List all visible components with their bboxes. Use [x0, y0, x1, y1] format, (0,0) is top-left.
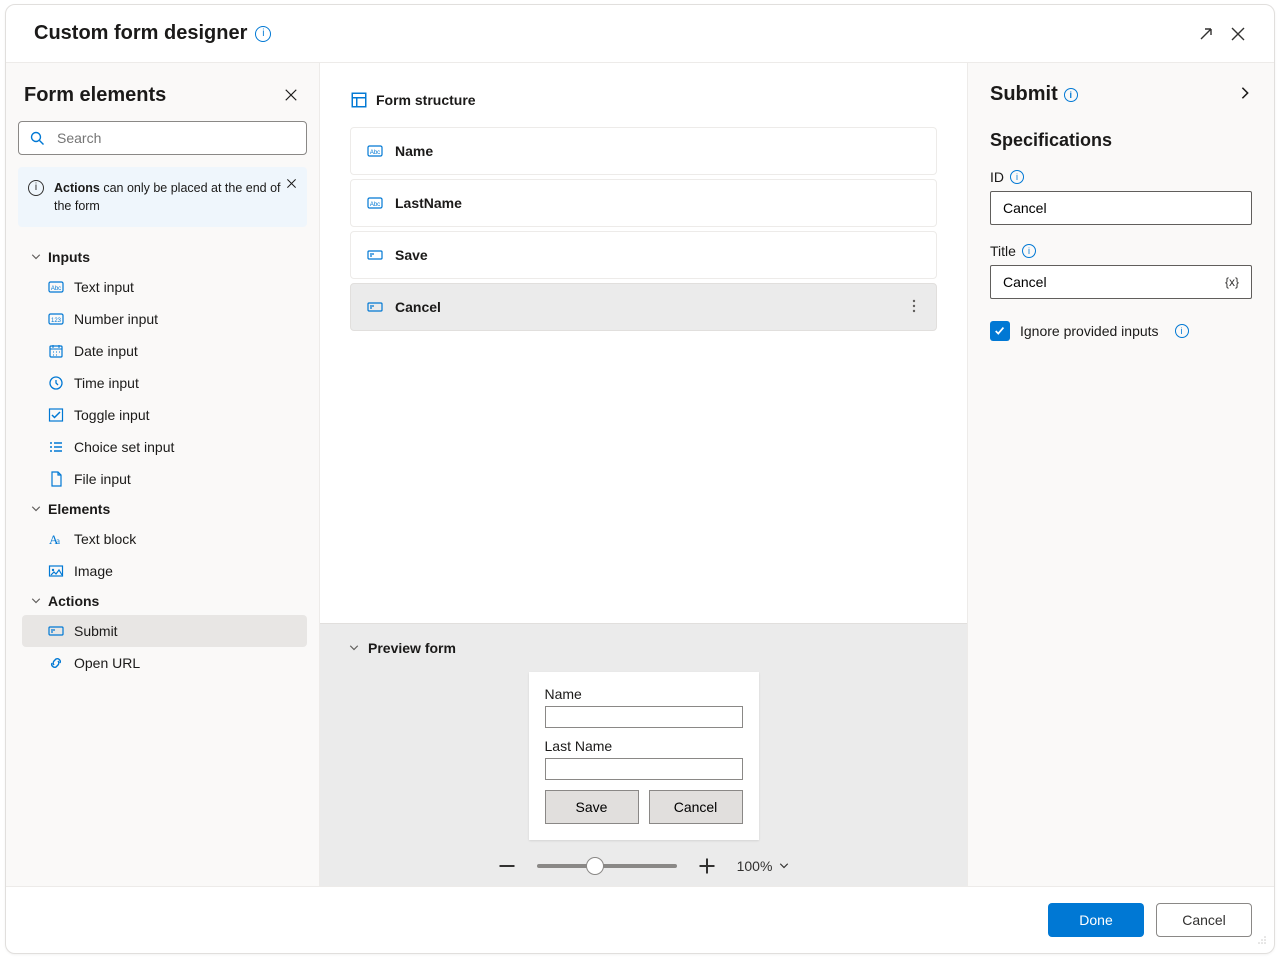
info-icon[interactable]: i — [1010, 170, 1024, 184]
custom-form-designer-dialog: Custom form designer i Form elements i A… — [5, 4, 1275, 954]
sidebar-title: Form elements — [24, 84, 166, 107]
form-structure-title: Form structure — [350, 91, 937, 109]
group-actions[interactable]: Actions — [22, 587, 307, 615]
submit-icon — [46, 623, 66, 639]
group-inputs[interactable]: Inputs — [22, 243, 307, 271]
image-icon — [46, 563, 66, 579]
preview-cancel-button[interactable]: Cancel — [649, 790, 743, 824]
preview-input-lastname[interactable] — [545, 758, 743, 780]
expand-icon[interactable] — [1190, 18, 1222, 50]
zoom-slider-thumb[interactable] — [586, 857, 604, 875]
chevron-down-icon — [26, 595, 46, 607]
more-icon[interactable] — [906, 298, 922, 317]
info-icon[interactable]: i — [1064, 88, 1078, 102]
chevron-down-icon — [778, 860, 790, 872]
zoom-bar: 100% — [344, 856, 943, 876]
zoom-in-button[interactable] — [697, 856, 717, 876]
open-url-icon — [46, 655, 66, 671]
search-input-wrapper[interactable] — [18, 121, 307, 155]
form-item-name[interactable]: Name — [350, 127, 937, 175]
dialog-footer: Done Cancel — [6, 887, 1274, 953]
chevron-down-icon — [26, 251, 46, 263]
file-input-icon — [46, 471, 66, 487]
preview-card: Name Last Name Save Cancel — [529, 672, 759, 840]
item-submit[interactable]: Submit — [22, 615, 307, 647]
zoom-level[interactable]: 100% — [737, 858, 791, 874]
preview-form-title[interactable]: Preview form — [344, 640, 943, 656]
chevron-down-icon — [344, 642, 364, 654]
form-item-cancel[interactable]: Cancel — [350, 283, 937, 331]
form-item-lastname[interactable]: LastName — [350, 179, 937, 227]
zoom-slider[interactable] — [537, 864, 677, 868]
text-input-icon — [365, 195, 385, 211]
search-icon — [29, 130, 45, 146]
preview-label-name: Name — [545, 686, 743, 702]
specifications-title: Specifications — [990, 130, 1252, 151]
id-input[interactable] — [1001, 199, 1241, 217]
properties-panel: Submit i Specifications ID i Title i — [968, 63, 1274, 886]
item-open-url[interactable]: Open URL — [22, 647, 307, 679]
item-text-block[interactable]: Text block — [22, 523, 307, 555]
zoom-out-button[interactable] — [497, 856, 517, 876]
text-input-icon — [365, 143, 385, 159]
info-icon: i — [28, 180, 44, 196]
item-toggle-input[interactable]: Toggle input — [22, 399, 307, 431]
dialog-title: Custom form designer — [34, 22, 247, 45]
text-block-icon — [46, 531, 66, 547]
submit-icon — [365, 247, 385, 263]
group-elements[interactable]: Elements — [22, 495, 307, 523]
form-elements-sidebar: Form elements i Actions can only be plac… — [6, 63, 320, 886]
item-number-input[interactable]: Number input — [22, 303, 307, 335]
properties-title: Submit — [990, 83, 1058, 106]
preview-panel: Preview form Name Last Name Save Cancel — [320, 623, 967, 886]
sidebar-close-icon[interactable] — [279, 83, 303, 107]
info-icon[interactable]: i — [1175, 324, 1189, 338]
fx-icon[interactable]: {x} — [1223, 275, 1241, 289]
item-date-input[interactable]: Date input — [22, 335, 307, 367]
notice-close-icon[interactable] — [283, 175, 299, 191]
id-label: ID — [990, 169, 1004, 185]
chevron-right-icon[interactable] — [1238, 83, 1252, 106]
info-icon[interactable]: i — [1022, 244, 1036, 258]
item-text-input[interactable]: Text input — [22, 271, 307, 303]
chevron-down-icon — [26, 503, 46, 515]
text-input-icon — [46, 279, 66, 295]
preview-input-name[interactable] — [545, 706, 743, 728]
center-panel: Form structure Name LastName Save Cancel — [320, 63, 968, 886]
done-button[interactable]: Done — [1048, 903, 1144, 937]
resize-grip-icon[interactable] — [1256, 933, 1268, 949]
info-icon[interactable]: i — [255, 26, 271, 42]
title-input-wrapper[interactable]: {x} — [990, 265, 1252, 299]
form-structure-icon — [350, 91, 368, 109]
item-time-input[interactable]: Time input — [22, 367, 307, 399]
form-item-save[interactable]: Save — [350, 231, 937, 279]
time-input-icon — [46, 375, 66, 391]
ignore-inputs-checkbox[interactable] — [990, 321, 1010, 341]
toggle-input-icon — [46, 407, 66, 423]
search-input[interactable] — [55, 129, 296, 147]
ignore-inputs-label: Ignore provided inputs — [1020, 323, 1159, 339]
title-input[interactable] — [1001, 273, 1223, 291]
dialog-header: Custom form designer i — [6, 5, 1274, 63]
cancel-button[interactable]: Cancel — [1156, 903, 1252, 937]
preview-save-button[interactable]: Save — [545, 790, 639, 824]
actions-notice: i Actions can only be placed at the end … — [18, 167, 307, 227]
choice-set-icon — [46, 439, 66, 455]
close-icon[interactable] — [1222, 18, 1254, 50]
title-label: Title — [990, 243, 1016, 259]
item-file-input[interactable]: File input — [22, 463, 307, 495]
item-choice-set-input[interactable]: Choice set input — [22, 431, 307, 463]
date-input-icon — [46, 343, 66, 359]
submit-icon — [365, 299, 385, 315]
number-input-icon — [46, 311, 66, 327]
id-input-wrapper[interactable] — [990, 191, 1252, 225]
item-image[interactable]: Image — [22, 555, 307, 587]
preview-label-lastname: Last Name — [545, 738, 743, 754]
